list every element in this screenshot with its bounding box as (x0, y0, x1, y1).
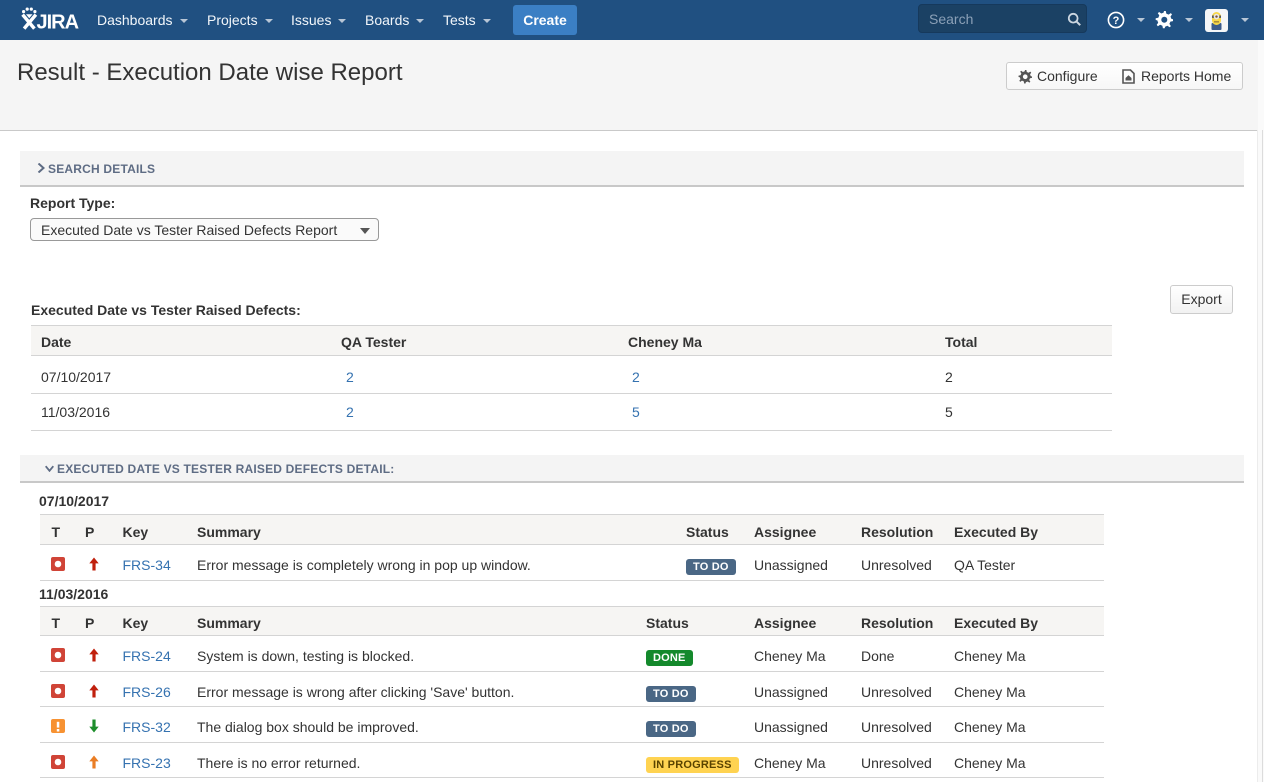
svg-text:JIRA: JIRA (37, 12, 79, 34)
svg-text:?: ? (1113, 15, 1120, 27)
